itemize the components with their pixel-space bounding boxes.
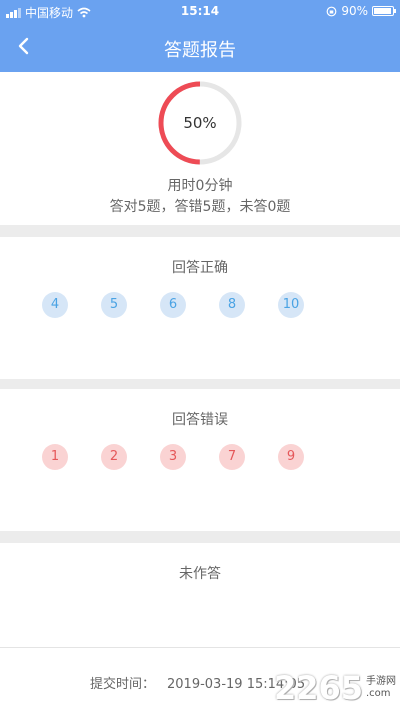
question-chip-correct[interactable]: 5: [101, 292, 127, 318]
wrong-section: 回答错误 1 2 3 7 9: [0, 389, 400, 531]
status-right: 90%: [326, 4, 396, 18]
submit-time-label: 提交时间：: [90, 677, 156, 692]
question-chip-correct[interactable]: 8: [219, 292, 245, 318]
question-chip-wrong[interactable]: 2: [101, 444, 127, 470]
submit-time-row: 提交时间： 2019-03-19 15:14:05: [90, 673, 305, 692]
page-title: 答题报告: [164, 40, 236, 61]
correct-section: 回答正确 4 5 6 8 10: [0, 237, 400, 379]
battery-percent: 90%: [341, 4, 368, 18]
rotation-lock-icon: [326, 6, 337, 16]
nav-bar: 答题报告: [0, 22, 400, 72]
footer: 提交时间： 2019-03-19 15:14:05 2265 手游网 .com: [0, 647, 400, 711]
score-summary: 50% 用时0分钟 答对5题，答错5题，未答0题: [0, 72, 400, 225]
watermark-number: 2265: [273, 669, 363, 707]
question-chip-wrong[interactable]: 7: [219, 444, 245, 470]
wrong-question-list: 1 2 3 7 9: [42, 444, 304, 470]
duration-text: 用时0分钟: [167, 178, 233, 194]
question-chip-wrong[interactable]: 9: [278, 444, 304, 470]
question-chip-wrong[interactable]: 3: [160, 444, 186, 470]
answer-counts: 答对5题，答错5题，未答0题: [109, 199, 291, 215]
question-chip-wrong[interactable]: 1: [42, 444, 68, 470]
question-chip-correct[interactable]: 4: [42, 292, 68, 318]
watermark-line2: .com: [366, 688, 391, 699]
battery-icon: [372, 6, 396, 16]
question-chip-correct[interactable]: 10: [278, 292, 304, 318]
unanswered-section: 未作答: [0, 543, 400, 647]
status-bar: 中国移动 15:14 90%: [0, 0, 400, 22]
correct-section-title: 回答正确: [172, 260, 228, 276]
unanswered-section-title: 未作答: [179, 566, 221, 582]
watermark-text: 手游网 .com: [366, 676, 396, 700]
question-chip-correct[interactable]: 6: [160, 292, 186, 318]
wrong-section-title: 回答错误: [172, 412, 228, 428]
correct-question-list: 4 5 6 8 10: [42, 292, 304, 318]
watermark-logo: 2265 手游网 .com: [274, 669, 396, 707]
score-percent: 50%: [183, 114, 217, 132]
watermark-line1: 手游网: [366, 676, 396, 687]
